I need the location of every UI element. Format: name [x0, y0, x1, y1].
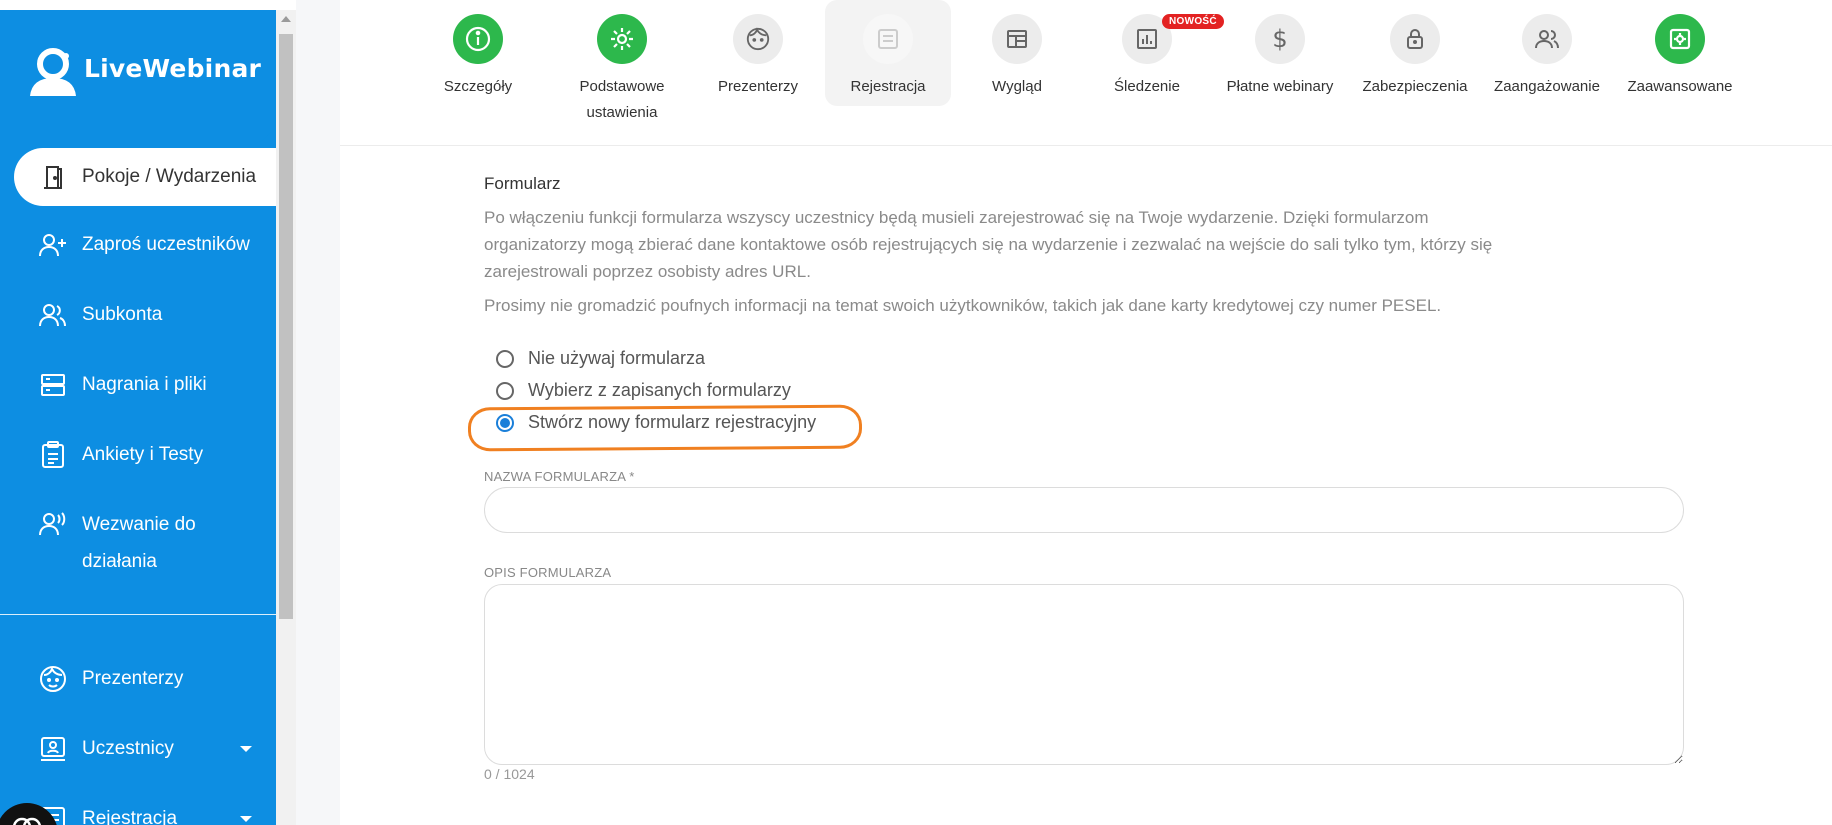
dollar-icon: $: [1255, 14, 1305, 64]
tab-appearance[interactable]: Wygląd: [954, 0, 1080, 106]
sidebar-item-label: Pokoje / Wydarzenia: [82, 166, 257, 187]
sidebar-item-label: Zaproś uczestników: [82, 234, 250, 255]
tabs-divider: [340, 145, 1832, 146]
tab-label: Rejestracja: [850, 78, 926, 95]
presenter-face-icon: [38, 664, 68, 694]
sidebar-item-label: Prezenterzy: [82, 668, 184, 689]
form-description-textarea[interactable]: [484, 584, 1684, 765]
form-icon: [863, 14, 913, 64]
tab-label: Zabezpieczenia: [1362, 78, 1468, 95]
radio-option-no-form[interactable]: Nie używaj formularza: [496, 348, 705, 369]
advanced-icon: [1655, 14, 1705, 64]
sidebar-item-recordings[interactable]: Nagrania i pliki: [0, 356, 276, 414]
main-content: Szczegóły Podstawowe ustawienia Prezente…: [340, 0, 1832, 825]
server-icon: [38, 370, 68, 400]
gear-icon: [597, 14, 647, 64]
scroll-up-arrow-icon[interactable]: [281, 16, 291, 22]
tab-basic-settings[interactable]: Podstawowe ustawienia: [552, 0, 692, 121]
sidebar-item-surveys[interactable]: Ankiety i Testy: [0, 426, 276, 484]
chevron-down-icon[interactable]: [240, 746, 252, 752]
clipboard-icon: [38, 440, 68, 470]
form-name-input[interactable]: [484, 487, 1684, 533]
participants-icon: [38, 734, 68, 764]
privacy-notice: Prosimy nie gromadzić poufnych informacj…: [484, 296, 1442, 315]
sidebar-item-invite[interactable]: Zaproś uczestników: [0, 216, 276, 274]
logo-area: LiveWebinar: [0, 10, 276, 145]
logo-icon[interactable]: [26, 44, 80, 100]
character-counter: 0 / 1024: [484, 766, 535, 782]
sidebar-item-label: Uczestnicy: [82, 738, 174, 759]
form-name-label: NAZWA FORMULARZA *: [484, 469, 635, 484]
radio-label: Wybierz z zapisanych formularzy: [528, 380, 791, 400]
users-icon: [38, 300, 68, 330]
sidebar-item-rooms-events[interactable]: Pokoje / Wydarzenia: [14, 148, 276, 206]
sidebar-item-presenters[interactable]: Prezenterzy: [0, 650, 276, 708]
radio-button[interactable]: [496, 349, 514, 368]
sidebar-item-label: Ankiety i Testy: [82, 444, 204, 465]
tab-label: Prezenterzy: [717, 78, 799, 95]
tab-security[interactable]: Zabezpieczenia: [1350, 0, 1480, 106]
sidebar-item-call-to-action[interactable]: Wezwanie do działania: [0, 496, 276, 576]
engagement-icon: [1522, 14, 1572, 64]
sidebar-item-participants[interactable]: Uczestnicy: [0, 720, 276, 778]
sidebar-scrollbar[interactable]: [276, 10, 296, 825]
radio-button[interactable]: [496, 381, 514, 400]
brand-name[interactable]: LiveWebinar: [84, 54, 261, 83]
scrollbar-thumb[interactable]: [279, 34, 293, 619]
radio-option-saved-forms[interactable]: Wybierz z zapisanych formularzy: [496, 380, 791, 401]
highlight-annotation: [467, 404, 863, 452]
sidebar-item-label: Wezwanie do działania: [82, 514, 196, 572]
tab-label: Zaangażowanie: [1494, 78, 1600, 95]
section-title: Formularz: [484, 174, 561, 193]
tab-label: Szczegóły: [443, 78, 513, 95]
section-description: Po włączeniu funkcji formularza wszyscy …: [484, 208, 1493, 281]
form-description-label: OPIS FORMULARZA: [484, 565, 612, 580]
tab-label: Podstawowe ustawienia: [579, 78, 665, 121]
sidebar-item-label: Subkonta: [82, 304, 163, 325]
user-voice-icon: [38, 509, 68, 539]
tab-registration[interactable]: Rejestracja: [825, 0, 951, 106]
tab-details[interactable]: Szczegóły: [415, 0, 541, 106]
radio-label: Nie używaj formularza: [528, 348, 706, 368]
chevron-down-icon[interactable]: [240, 816, 252, 822]
tab-label: Zaawansowane: [1627, 78, 1733, 95]
sidebar-divider: [0, 614, 276, 615]
tab-tracking[interactable]: Śledzenie NOWOŚĆ: [1084, 0, 1224, 106]
door-icon: [38, 162, 68, 192]
chat-icon: [12, 817, 42, 825]
layout-icon: [992, 14, 1042, 64]
content-gutter: [296, 0, 340, 825]
presenter-face-icon: [733, 14, 783, 64]
sidebar: LiveWebinar Pokoje / Wydarzenia Zaproś u…: [0, 10, 276, 825]
tab-label: Śledzenie: [1114, 78, 1180, 95]
sidebar-item-label: Rejestracja: [82, 808, 178, 825]
tab-label: Wygląd: [992, 78, 1042, 95]
lock-icon: [1390, 14, 1440, 64]
sidebar-item-label: Nagrania i pliki: [82, 374, 207, 395]
tab-advanced[interactable]: Zaawansowane: [1615, 0, 1745, 106]
tab-paid-webinars[interactable]: $ Płatne webinary: [1212, 0, 1348, 106]
tab-presenters[interactable]: Prezenterzy: [695, 0, 821, 106]
tab-engagement[interactable]: Zaangażowanie: [1482, 0, 1612, 106]
info-icon: [453, 14, 503, 64]
user-plus-icon: [38, 230, 68, 260]
tab-label: Płatne webinary: [1226, 78, 1334, 95]
sidebar-item-subaccounts[interactable]: Subkonta: [0, 286, 276, 344]
